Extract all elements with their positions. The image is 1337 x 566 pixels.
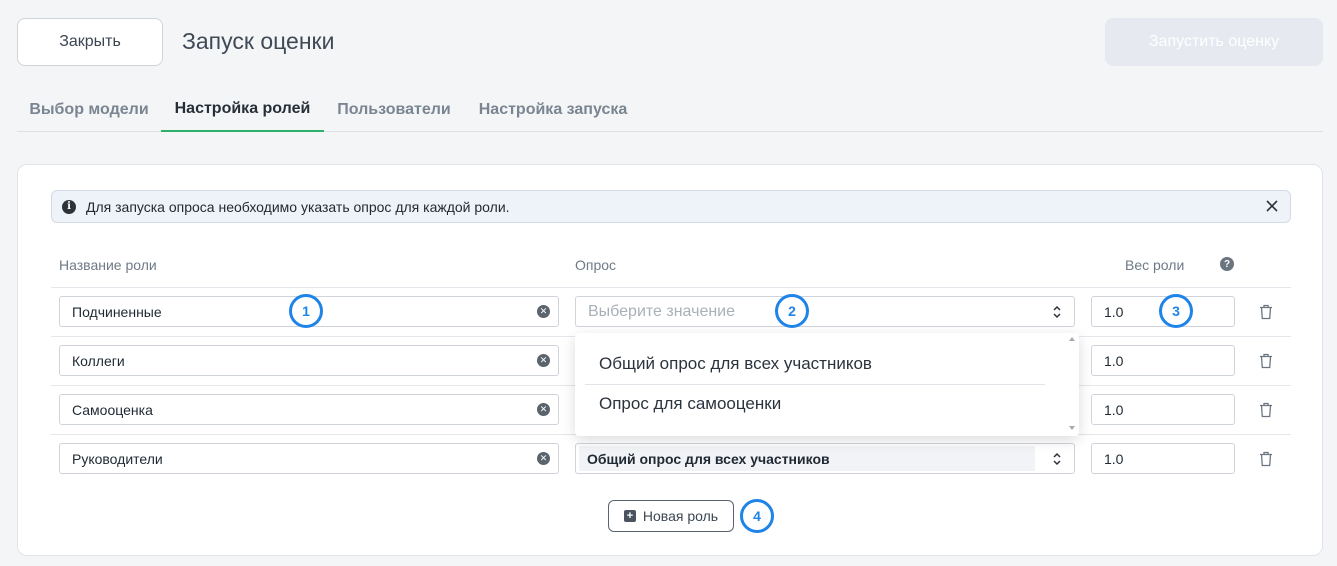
clear-icon[interactable]: ✕ [537,403,550,416]
role-name-value: Самооценка [72,401,153,418]
plus-icon: + [623,510,636,522]
survey-select[interactable]: Общий опрос для всех участников [575,443,1075,474]
role-name-value: Коллеги [72,352,125,369]
trash-icon[interactable] [1259,353,1273,369]
role-weight-input[interactable]: 1.0 [1091,345,1235,376]
close-icon[interactable] [1264,198,1280,214]
close-button[interactable]: Закрыть [17,18,163,66]
column-header-role: Название роли [59,257,157,273]
clear-icon[interactable]: ✕ [537,305,550,318]
trash-icon[interactable] [1259,304,1273,320]
survey-selected-value: Общий опрос для всех участников [579,446,1035,471]
tab-users[interactable]: Пользователи [324,88,464,132]
dropdown-option[interactable]: Общий опрос для всех участников [599,354,872,374]
info-icon: i [62,199,76,214]
column-header-survey: Опрос [575,257,617,273]
tab-bar: Выбор модели Настройка ролей Пользовател… [17,88,1323,132]
role-weight-value: 1.0 [1104,303,1124,320]
role-weight-value: 1.0 [1104,352,1124,369]
role-name-value: Подчиненные [72,303,162,320]
survey-select[interactable]: Выберите значение [575,296,1075,327]
new-role-label: Новая роль [642,508,719,524]
info-banner: i Для запуска опроса необходимо указать … [51,190,1291,223]
callout-badge: 4 [740,499,774,533]
help-icon[interactable]: ? [1220,257,1234,271]
callout-badge: 1 [289,294,323,328]
column-header-weight: Вес роли [1125,257,1185,273]
clear-icon[interactable]: ✕ [537,452,550,465]
role-weight-value: 1.0 [1104,401,1124,418]
role-name-input[interactable]: Руководители ✕ [59,443,559,474]
role-weight-input[interactable]: 1.0 [1091,443,1235,474]
trash-icon[interactable] [1259,402,1273,418]
survey-dropdown-menu: Общий опрос для всех участников Опрос дл… [575,333,1079,436]
trash-icon[interactable] [1259,451,1273,467]
new-role-button[interactable]: + Новая роль [608,500,734,532]
role-weight-input[interactable]: 1.0 [1091,394,1235,425]
page-title: Запуск оценки [182,28,335,54]
tab-roles-setup[interactable]: Настройка ролей [161,88,324,132]
dropdown-divider [585,384,1045,385]
roles-card: i Для запуска опроса необходимо указать … [17,164,1323,556]
callout-badge: 2 [775,294,809,328]
info-text: Для запуска опроса необходимо указать оп… [86,198,510,215]
role-name-value: Руководители [72,450,163,467]
row-divider [51,287,1291,288]
survey-placeholder: Выберите значение [588,302,736,320]
tab-launch-setup[interactable]: Настройка запуска [464,88,642,132]
launch-evaluation-button[interactable]: Запустить оценку [1105,18,1323,66]
scroll-down-icon[interactable] [1069,426,1075,430]
role-weight-value: 1.0 [1104,450,1124,467]
scroll-up-icon[interactable] [1069,337,1075,341]
role-name-input[interactable]: Самооценка ✕ [59,394,559,425]
callout-badge: 3 [1159,294,1193,328]
chevron-updown-icon [1053,452,1061,466]
clear-icon[interactable]: ✕ [537,354,550,367]
dropdown-option[interactable]: Опрос для самооценки [599,394,781,414]
chevron-updown-icon [1053,305,1061,319]
role-name-input[interactable]: Коллеги ✕ [59,345,559,376]
tab-model-selection[interactable]: Выбор модели [17,88,161,132]
